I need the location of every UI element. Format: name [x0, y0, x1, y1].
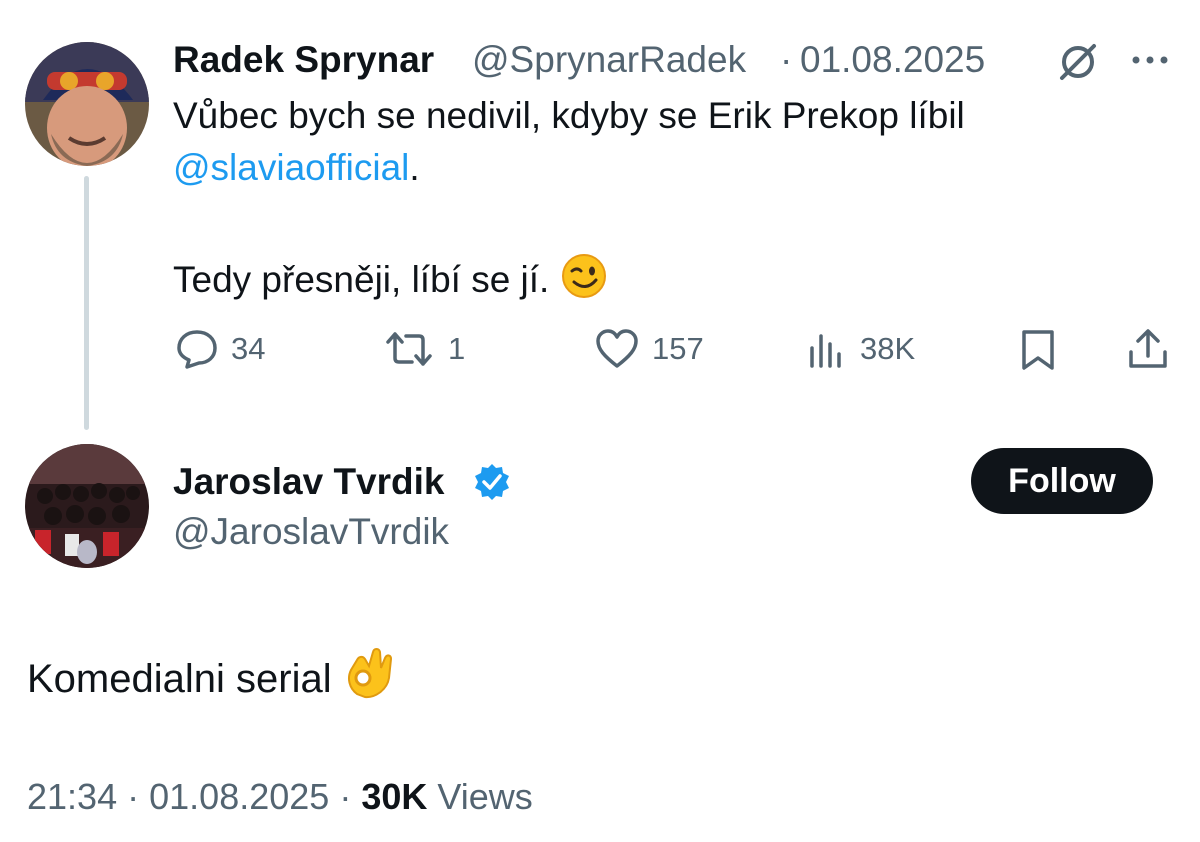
meta-separator-1: ·	[127, 776, 140, 817]
grok-icon[interactable]	[1056, 40, 1100, 89]
views-action[interactable]: 38K	[806, 328, 915, 370]
main-handle[interactable]: @JaroslavTvrdik	[173, 510, 449, 554]
quoted-text-line3: Tedy přesněji, líbí se jí.	[173, 252, 608, 314]
repost-icon	[386, 332, 432, 366]
tweet-time[interactable]: 21:34	[27, 776, 117, 817]
like-icon	[596, 329, 638, 368]
repost-action[interactable]: 1	[382, 328, 465, 370]
main-tweet-text-content: Komedialni serial	[27, 657, 332, 701]
thread-line	[84, 176, 89, 430]
main-tweet-text: Komedialni serial	[27, 644, 395, 713]
main-author-name[interactable]: Jaroslav Tvrdik	[173, 460, 444, 504]
avatar-radek[interactable]	[25, 42, 149, 166]
quoted-text-line3-text: Tedy přesněji, líbí se jí.	[173, 259, 550, 300]
share-icon[interactable]	[1126, 326, 1170, 377]
meta-separator-2: ·	[339, 776, 352, 817]
views-icon	[810, 334, 841, 368]
tweet-meta: 21:34 · 01.08.2025 · 30K Views	[27, 775, 533, 819]
quoted-handle[interactable]: @SprynarRadek	[472, 38, 746, 82]
verified-badge-icon[interactable]	[472, 462, 512, 507]
tweet-views-label: Views	[437, 776, 533, 817]
like-action[interactable]: 157	[594, 328, 704, 370]
reply-icon	[177, 330, 217, 369]
quoted-text-line1: Vůbec bych se nedivil, kdyby se Erik Pre…	[173, 95, 965, 136]
mention-suffix: .	[409, 147, 420, 188]
reply-count: 34	[231, 331, 266, 366]
tweet-date[interactable]: 01.08.2025	[149, 776, 329, 817]
bookmark-icon[interactable]	[1018, 328, 1058, 377]
repost-count: 1	[448, 331, 466, 366]
reply-action[interactable]: 34	[175, 328, 265, 370]
like-count: 157	[652, 331, 704, 366]
main-author-name-text: Jaroslav Tvrdik	[173, 461, 445, 502]
views-count: 38K	[860, 331, 916, 366]
follow-button[interactable]: Follow	[971, 448, 1153, 514]
avatar-jaroslav[interactable]	[25, 444, 149, 568]
winking-face-emoji	[560, 252, 608, 314]
quoted-date[interactable]: 01.08.2025	[800, 38, 985, 82]
mention-slaviaofficial[interactable]: @slaviaofficial	[173, 147, 409, 188]
quoted-author-name[interactable]: Radek Sprynar	[173, 38, 434, 82]
more-icon[interactable]	[1128, 52, 1172, 73]
quoted-separator: ·	[780, 39, 793, 80]
tweet-views-count: 30K	[361, 776, 428, 817]
quoted-text-line2: @slaviaofficial.	[173, 142, 420, 194]
ok-hand-emoji	[343, 644, 395, 713]
